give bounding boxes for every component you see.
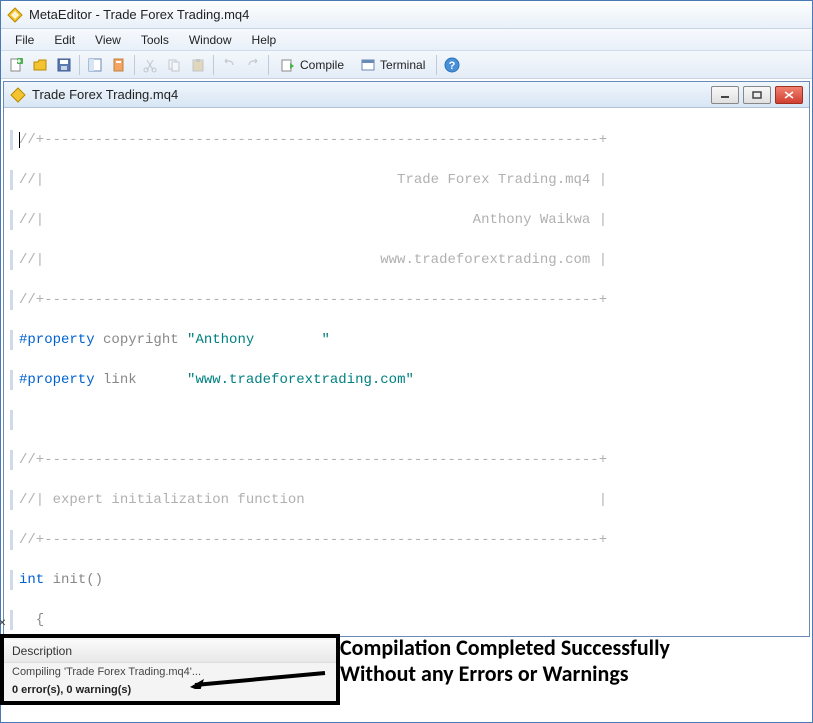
code-keyword: #property	[19, 372, 95, 388]
menu-file[interactable]: File	[5, 31, 44, 49]
compile-label: Compile	[300, 58, 344, 72]
redo-button	[242, 54, 264, 76]
terminal-button[interactable]: Terminal	[353, 54, 432, 76]
minimize-button[interactable]	[711, 86, 739, 104]
window-title: MetaEditor - Trade Forex Trading.mq4	[29, 7, 249, 22]
open-file-button[interactable]	[29, 54, 51, 76]
annotation-line: Without any Errors or Warnings	[340, 661, 670, 687]
help-button[interactable]: ?	[441, 54, 463, 76]
menu-view[interactable]: View	[85, 31, 131, 49]
cut-button	[139, 54, 161, 76]
compile-icon	[280, 57, 296, 73]
new-file-button[interactable]	[5, 54, 27, 76]
toolbar-separator	[268, 55, 269, 75]
code-keyword: int	[19, 572, 44, 588]
navigator-button[interactable]	[84, 54, 106, 76]
menubar: File Edit View Tools Window Help	[1, 29, 812, 51]
annotation-line: Compilation Completed Successfully	[340, 635, 670, 661]
code-line: //+-------------------------------------…	[19, 532, 607, 548]
code-text: copyright	[95, 332, 187, 348]
toolbar-separator	[79, 55, 80, 75]
code-line: //| Anthony Waikwa |	[19, 212, 607, 228]
toolbar-separator	[134, 55, 135, 75]
code-keyword: #property	[19, 332, 95, 348]
toolbar-separator	[436, 55, 437, 75]
editor-title: Trade Forex Trading.mq4	[32, 87, 711, 102]
undo-button	[218, 54, 240, 76]
toolbox-button[interactable]	[108, 54, 130, 76]
window-controls	[711, 86, 803, 104]
close-button[interactable]	[775, 86, 803, 104]
file-icon	[10, 87, 26, 103]
code-line: //| expert initialization function |	[19, 492, 607, 508]
code-string: "Anthony "	[187, 332, 330, 348]
titlebar: MetaEditor - Trade Forex Trading.mq4	[1, 1, 812, 29]
code-line: //+-------------------------------------…	[19, 132, 607, 148]
terminal-label: Terminal	[380, 58, 425, 72]
code-line: {	[19, 612, 44, 628]
output-header: Description	[4, 640, 336, 663]
menu-window[interactable]: Window	[179, 31, 242, 49]
code-line: //| www.tradeforextrading.com |	[19, 252, 607, 268]
toolbar: Compile Terminal ?	[1, 51, 812, 79]
paste-button	[187, 54, 209, 76]
app-icon	[7, 7, 23, 23]
compile-button[interactable]: Compile	[273, 54, 351, 76]
annotation-text: Compilation Completed Successfully Witho…	[340, 635, 670, 687]
code-line: //+-------------------------------------…	[19, 292, 607, 308]
code-string: "www.tradeforextrading.com"	[187, 372, 414, 388]
code-editor[interactable]: //+-------------------------------------…	[4, 108, 809, 636]
toolbar-separator	[213, 55, 214, 75]
save-button[interactable]	[53, 54, 75, 76]
annotation-arrow-icon	[190, 669, 330, 689]
svg-text:?: ?	[449, 60, 456, 72]
mdi-area: Trade Forex Trading.mq4 //+-------------…	[1, 79, 812, 639]
code-line: //| Trade Forex Trading.mq4 |	[19, 172, 607, 188]
app-window: MetaEditor - Trade Forex Trading.mq4 Fil…	[0, 0, 813, 723]
menu-edit[interactable]: Edit	[44, 31, 85, 49]
menu-help[interactable]: Help	[242, 31, 287, 49]
maximize-button[interactable]	[743, 86, 771, 104]
code-text: link	[95, 372, 187, 388]
copy-button	[163, 54, 185, 76]
code-line: //+-------------------------------------…	[19, 452, 607, 468]
menu-tools[interactable]: Tools	[131, 31, 179, 49]
panel-close-icon[interactable]: ✕	[0, 618, 12, 632]
editor-window: Trade Forex Trading.mq4 //+-------------…	[3, 81, 810, 637]
editor-titlebar: Trade Forex Trading.mq4	[4, 82, 809, 108]
code-text: init()	[44, 572, 103, 588]
terminal-icon	[360, 57, 376, 73]
